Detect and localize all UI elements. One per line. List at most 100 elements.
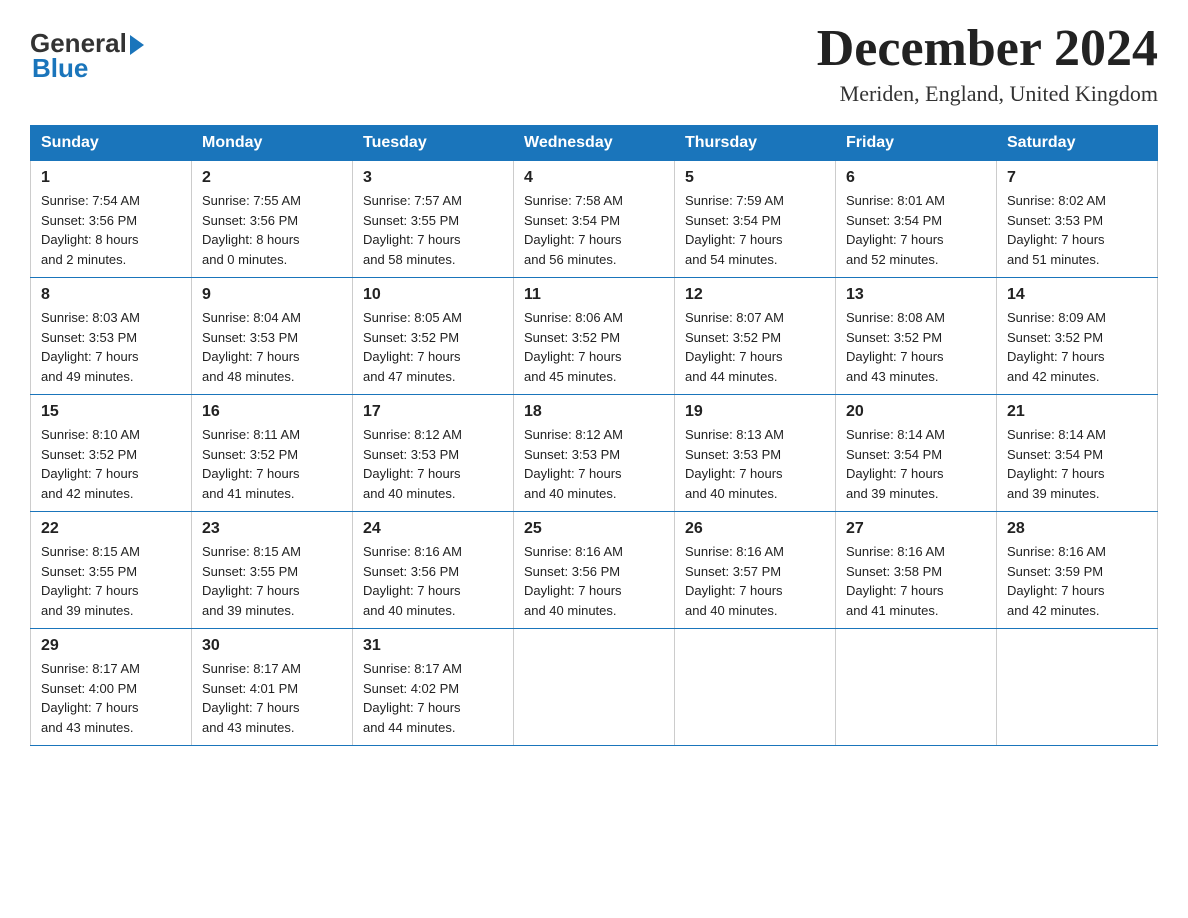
calendar-cell: 4 Sunrise: 7:58 AMSunset: 3:54 PMDaylight… [514,161,675,278]
day-info: Sunrise: 8:13 AMSunset: 3:53 PMDaylight:… [685,425,825,503]
month-title: December 2024 [817,20,1158,77]
calendar-cell [836,629,997,746]
day-number: 30 [202,637,342,655]
day-info: Sunrise: 8:16 AMSunset: 3:58 PMDaylight:… [846,542,986,620]
day-number: 2 [202,169,342,187]
day-info: Sunrise: 8:11 AMSunset: 3:52 PMDaylight:… [202,425,342,503]
calendar-header-wednesday: Wednesday [514,126,675,161]
calendar-cell: 10 Sunrise: 8:05 AMSunset: 3:52 PMDayligh… [353,278,514,395]
day-number: 17 [363,403,503,421]
day-number: 8 [41,286,181,304]
day-number: 6 [846,169,986,187]
day-info: Sunrise: 7:57 AMSunset: 3:55 PMDaylight:… [363,191,503,269]
day-number: 18 [524,403,664,421]
calendar-cell [675,629,836,746]
day-number: 7 [1007,169,1147,187]
day-info: Sunrise: 8:14 AMSunset: 3:54 PMDaylight:… [1007,425,1147,503]
day-number: 1 [41,169,181,187]
day-number: 26 [685,520,825,538]
day-number: 5 [685,169,825,187]
calendar-header-sunday: Sunday [31,126,192,161]
calendar-cell: 31Sunrise: 8:17 AMSunset: 4:02 PMDayligh… [353,629,514,746]
calendar-table: SundayMondayTuesdayWednesdayThursdayFrid… [30,125,1158,746]
calendar-cell: 14 Sunrise: 8:09 AMSunset: 3:52 PMDayligh… [997,278,1158,395]
day-number: 4 [524,169,664,187]
day-number: 22 [41,520,181,538]
calendar-cell: 11 Sunrise: 8:06 AMSunset: 3:52 PMDayligh… [514,278,675,395]
day-number: 20 [846,403,986,421]
day-info: Sunrise: 8:16 AMSunset: 3:56 PMDaylight:… [524,542,664,620]
calendar-header-row: SundayMondayTuesdayWednesdayThursdayFrid… [31,126,1158,161]
logo-triangle-icon [130,35,144,55]
calendar-cell: 26 Sunrise: 8:16 AMSunset: 3:57 PMDayligh… [675,512,836,629]
calendar-cell [514,629,675,746]
calendar-week-row: 29Sunrise: 8:17 AMSunset: 4:00 PMDayligh… [31,629,1158,746]
calendar-header-tuesday: Tuesday [353,126,514,161]
calendar-header-thursday: Thursday [675,126,836,161]
day-info: Sunrise: 8:15 AMSunset: 3:55 PMDaylight:… [202,542,342,620]
day-info: Sunrise: 8:05 AMSunset: 3:52 PMDaylight:… [363,308,503,386]
day-info: Sunrise: 7:54 AMSunset: 3:56 PMDaylight:… [41,191,181,269]
day-number: 10 [363,286,503,304]
logo: General Blue [30,20,144,84]
day-number: 16 [202,403,342,421]
calendar-header-saturday: Saturday [997,126,1158,161]
day-number: 11 [524,286,664,304]
day-number: 31 [363,637,503,655]
calendar-cell: 25Sunrise: 8:16 AMSunset: 3:56 PMDayligh… [514,512,675,629]
calendar-cell: 30 Sunrise: 8:17 AMSunset: 4:01 PMDayligh… [192,629,353,746]
page-header: General Blue December 2024 Meriden, Engl… [30,20,1158,107]
calendar-header-friday: Friday [836,126,997,161]
day-info: Sunrise: 8:12 AMSunset: 3:53 PMDaylight:… [524,425,664,503]
calendar-cell: 23Sunrise: 8:15 AMSunset: 3:55 PMDayligh… [192,512,353,629]
day-info: Sunrise: 7:59 AMSunset: 3:54 PMDaylight:… [685,191,825,269]
location-subtitle: Meriden, England, United Kingdom [817,81,1158,107]
calendar-cell: 9 Sunrise: 8:04 AMSunset: 3:53 PMDaylight… [192,278,353,395]
day-info: Sunrise: 8:03 AMSunset: 3:53 PMDaylight:… [41,308,181,386]
calendar-week-row: 1 Sunrise: 7:54 AMSunset: 3:56 PMDaylight… [31,161,1158,278]
day-info: Sunrise: 8:17 AMSunset: 4:01 PMDaylight:… [202,659,342,737]
day-number: 3 [363,169,503,187]
calendar-cell: 29Sunrise: 8:17 AMSunset: 4:00 PMDayligh… [31,629,192,746]
calendar-cell: 24Sunrise: 8:16 AMSunset: 3:56 PMDayligh… [353,512,514,629]
day-info: Sunrise: 8:09 AMSunset: 3:52 PMDaylight:… [1007,308,1147,386]
day-number: 28 [1007,520,1147,538]
day-info: Sunrise: 8:16 AMSunset: 3:57 PMDaylight:… [685,542,825,620]
calendar-cell: 2 Sunrise: 7:55 AMSunset: 3:56 PMDaylight… [192,161,353,278]
day-number: 15 [41,403,181,421]
day-info: Sunrise: 8:15 AMSunset: 3:55 PMDaylight:… [41,542,181,620]
day-info: Sunrise: 7:58 AMSunset: 3:54 PMDaylight:… [524,191,664,269]
calendar-cell [997,629,1158,746]
calendar-cell: 20Sunrise: 8:14 AMSunset: 3:54 PMDayligh… [836,395,997,512]
calendar-cell: 28Sunrise: 8:16 AMSunset: 3:59 PMDayligh… [997,512,1158,629]
calendar-cell: 6 Sunrise: 8:01 AMSunset: 3:54 PMDaylight… [836,161,997,278]
day-info: Sunrise: 8:01 AMSunset: 3:54 PMDaylight:… [846,191,986,269]
day-number: 27 [846,520,986,538]
day-number: 24 [363,520,503,538]
calendar-cell: 21 Sunrise: 8:14 AMSunset: 3:54 PMDayligh… [997,395,1158,512]
calendar-cell: 12Sunrise: 8:07 AMSunset: 3:52 PMDayligh… [675,278,836,395]
day-info: Sunrise: 8:04 AMSunset: 3:53 PMDaylight:… [202,308,342,386]
calendar-cell: 27 Sunrise: 8:16 AMSunset: 3:58 PMDayligh… [836,512,997,629]
day-number: 9 [202,286,342,304]
day-number: 19 [685,403,825,421]
day-number: 14 [1007,286,1147,304]
day-info: Sunrise: 8:02 AMSunset: 3:53 PMDaylight:… [1007,191,1147,269]
day-info: Sunrise: 8:06 AMSunset: 3:52 PMDaylight:… [524,308,664,386]
calendar-cell: 7 Sunrise: 8:02 AMSunset: 3:53 PMDaylight… [997,161,1158,278]
day-info: Sunrise: 7:55 AMSunset: 3:56 PMDaylight:… [202,191,342,269]
calendar-cell: 13Sunrise: 8:08 AMSunset: 3:52 PMDayligh… [836,278,997,395]
day-number: 21 [1007,403,1147,421]
calendar-header-monday: Monday [192,126,353,161]
day-number: 29 [41,637,181,655]
day-info: Sunrise: 8:08 AMSunset: 3:52 PMDaylight:… [846,308,986,386]
day-info: Sunrise: 8:10 AMSunset: 3:52 PMDaylight:… [41,425,181,503]
calendar-cell: 5 Sunrise: 7:59 AMSunset: 3:54 PMDaylight… [675,161,836,278]
calendar-cell: 22 Sunrise: 8:15 AMSunset: 3:55 PMDayligh… [31,512,192,629]
calendar-cell: 8 Sunrise: 8:03 AMSunset: 3:53 PMDaylight… [31,278,192,395]
day-number: 12 [685,286,825,304]
calendar-cell: 15 Sunrise: 8:10 AMSunset: 3:52 PMDayligh… [31,395,192,512]
calendar-week-row: 8 Sunrise: 8:03 AMSunset: 3:53 PMDaylight… [31,278,1158,395]
calendar-week-row: 22 Sunrise: 8:15 AMSunset: 3:55 PMDayligh… [31,512,1158,629]
calendar-cell: 16 Sunrise: 8:11 AMSunset: 3:52 PMDayligh… [192,395,353,512]
